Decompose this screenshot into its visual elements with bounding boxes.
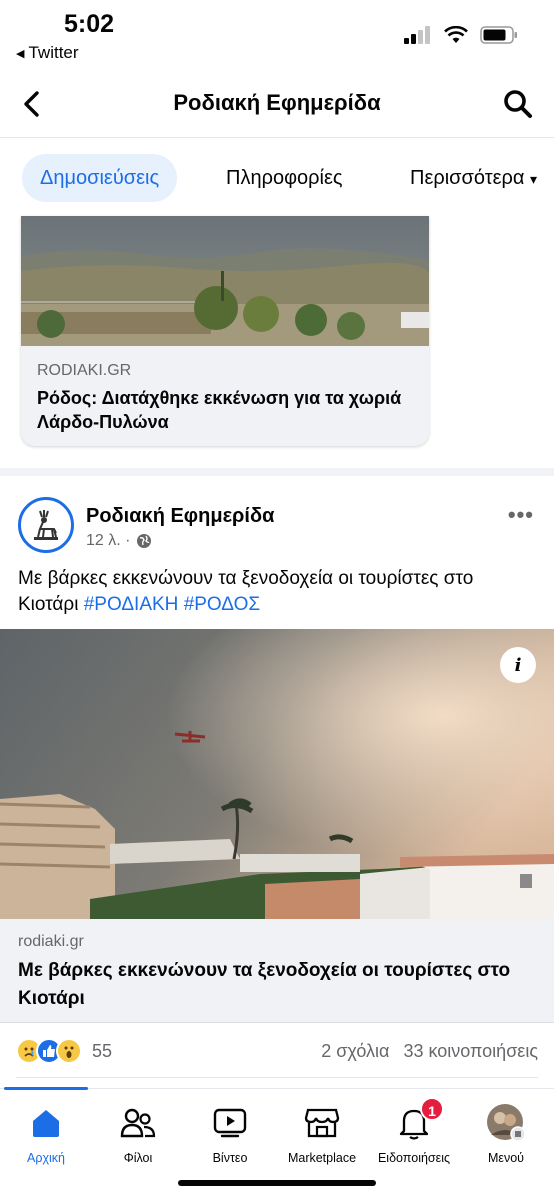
post-time: 12 λ. · [86, 532, 131, 549]
status-icons [404, 26, 518, 44]
shared-card-domain: RODIAKI.GR [37, 362, 132, 379]
back-triangle-icon: ◀ [16, 47, 25, 60]
deer-logo-icon [34, 510, 58, 540]
hashtag[interactable]: #ΡΟΔΙΑΚΗ [84, 594, 179, 615]
post-meta: 12 λ. · [86, 532, 152, 550]
page-title: Ροδιακή Εφημερίδα [173, 90, 381, 115]
notification-badge: 1 [420, 1097, 444, 1121]
status-time: 5:02 [64, 10, 115, 38]
post-image[interactable]: i [0, 629, 554, 919]
info-icon[interactable]: i [500, 647, 536, 683]
reaction-emojis[interactable] [16, 1038, 82, 1064]
post-author[interactable]: Ροδιακή Εφημερίδα [86, 505, 274, 528]
link-domain: rodiaki.gr [18, 933, 84, 950]
post-options-icon[interactable]: ••• [508, 502, 534, 528]
nav-marketplace-label: Marketplace [287, 1151, 357, 1165]
status-bar: 5:02 ◀ Twitter [0, 0, 554, 72]
nav-video-label: Βίντεο [212, 1151, 248, 1165]
nav-video[interactable]: Βίντεο [184, 1103, 276, 1165]
post-link-preview[interactable]: rodiaki.gr Με βάρκες εκκενώνουν τα ξενοδ… [0, 919, 554, 1023]
chevron-down-icon: ▾ [530, 171, 538, 187]
nav-menu-label: Μενού [487, 1151, 525, 1165]
tab-more-label: Περισσότερα [410, 167, 525, 189]
nav-menu[interactable]: Μενού [460, 1103, 552, 1165]
globe-icon [137, 534, 152, 548]
search-icon[interactable] [502, 88, 534, 120]
shared-card-headline: Ρόδος: Διατάχθηκε εκκένωση για τα χωριά … [37, 388, 402, 432]
nav-home[interactable]: Αρχική [0, 1103, 92, 1165]
marketplace-icon [304, 1108, 340, 1138]
feed-divider [0, 468, 554, 476]
wifi-icon [444, 26, 468, 43]
battery-icon [480, 26, 517, 44]
nav-friends-label: Φίλοι [123, 1151, 153, 1165]
reactions-bar: 55 2 σχόλια 33 κοινοποιήσεις [16, 1038, 538, 1068]
home-indicator [178, 1180, 376, 1186]
nav-home-label: Αρχική [27, 1151, 65, 1165]
page-tabs: Δημοσιεύσεις Πληροφορίες Περισσότερα ▾ [0, 140, 554, 216]
wow-reaction-icon [56, 1038, 82, 1064]
nav-notifications-label: Ειδοποιήσεις [377, 1151, 451, 1165]
tab-info[interactable]: Πληροφορίες [226, 154, 343, 202]
nav-friends[interactable]: Φίλοι [92, 1103, 184, 1165]
signal-icon [404, 26, 430, 44]
active-tab-indicator [4, 1087, 88, 1090]
page-header: Ροδιακή Εφημερίδα [0, 72, 554, 138]
tab-posts[interactable]: Δημοσιεύσεις [22, 154, 178, 202]
avatar-icon [487, 1104, 526, 1142]
wildfire-landscape-image [21, 216, 429, 346]
nav-marketplace[interactable]: Marketplace [276, 1103, 368, 1165]
comments-count[interactable]: 2 σχόλια [321, 1041, 389, 1061]
post-text: Με βάρκες εκκενώνουν τα ξενοδοχεία οι το… [18, 566, 538, 618]
home-icon [33, 1110, 59, 1137]
back-to-app-link[interactable]: ◀ Twitter [16, 43, 79, 63]
page-avatar[interactable] [18, 497, 74, 553]
post-stats: 2 σχόλια 33 κοινοποιήσεις [321, 1041, 538, 1062]
nav-notifications[interactable]: 1 Ειδοποιήσεις [368, 1097, 460, 1165]
link-headline: Με βάρκες εκκενώνουν τα ξενοδοχεία οι το… [18, 960, 511, 1009]
video-icon [213, 1108, 247, 1138]
back-app-label: Twitter [28, 43, 79, 62]
shares-count[interactable]: 33 κοινοποιήσεις [403, 1041, 538, 1061]
tab-more[interactable]: Περισσότερα ▾ [410, 154, 537, 202]
action-divider [16, 1077, 538, 1078]
friends-icon [120, 1108, 156, 1138]
reaction-count[interactable]: 55 [92, 1041, 112, 1062]
shared-link-card[interactable]: RODIAKI.GR Ρόδος: Διατάχθηκε εκκένωση γι… [21, 216, 429, 446]
hashtag[interactable]: #ΡΟΔΟΣ [184, 594, 260, 615]
